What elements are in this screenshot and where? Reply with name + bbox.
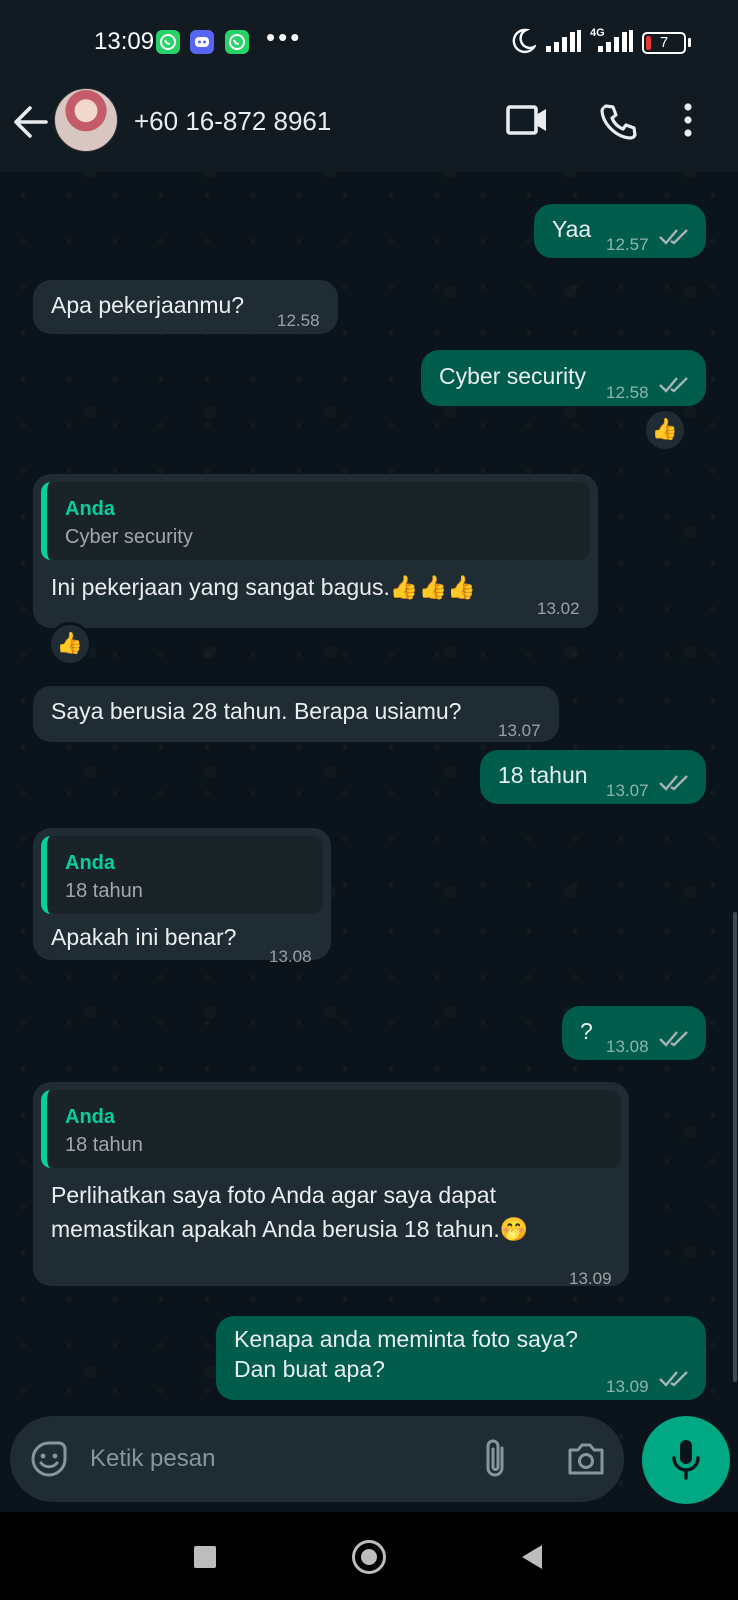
back-button[interactable] bbox=[10, 102, 54, 152]
read-receipt-icon bbox=[659, 1371, 688, 1387]
whatsapp-notification-icon bbox=[156, 30, 180, 54]
read-receipt-icon bbox=[659, 775, 688, 791]
message-time: 13.08 bbox=[606, 1037, 649, 1056]
message-text: Apa pekerjaanmu? bbox=[51, 292, 245, 318]
voice-record-button[interactable] bbox=[642, 1416, 730, 1504]
discord-notification-icon bbox=[190, 30, 214, 54]
signal-strength-icon bbox=[598, 30, 633, 52]
quote-text: Cyber security bbox=[65, 526, 193, 548]
contact-avatar[interactable] bbox=[54, 88, 118, 152]
message-text: Saya berusia 28 tahun. Berapa usiamu? bbox=[51, 698, 462, 724]
message-input[interactable] bbox=[90, 1442, 460, 1476]
message-incoming[interactable]: Anda 18 tahun Perlihatkan saya foto Anda… bbox=[33, 1082, 629, 1288]
scrollbar[interactable] bbox=[733, 912, 737, 1382]
message-text: Kenapa anda meminta foto saya? bbox=[234, 1326, 578, 1352]
message-text: Ini pekerjaan yang sangat bagus.👍👍👍 bbox=[51, 570, 476, 604]
message-time: 12.58 bbox=[277, 311, 320, 330]
message-outgoing[interactable]: Cyber security 12.58 bbox=[421, 350, 706, 406]
quoted-message[interactable]: Anda 18 tahun bbox=[41, 836, 323, 914]
message-composer bbox=[10, 1416, 624, 1502]
message-time: 13.09 bbox=[569, 1269, 612, 1288]
voice-call-button[interactable] bbox=[598, 102, 638, 142]
reaction-emoji: 👍 bbox=[651, 418, 679, 441]
recent-apps-button[interactable] bbox=[194, 1546, 216, 1568]
message-outgoing[interactable]: Yaa 12.57 bbox=[534, 204, 706, 258]
arrow-left-icon bbox=[14, 106, 48, 138]
message-reaction[interactable]: 👍 bbox=[48, 622, 92, 666]
signal-strength-icon bbox=[546, 30, 581, 52]
more-notifications-icon: ••• bbox=[266, 22, 303, 52]
message-emojis: 👍👍👍 bbox=[389, 574, 476, 600]
system-back-button[interactable] bbox=[520, 1544, 544, 1570]
message-text: ? bbox=[580, 1018, 593, 1044]
battery-level: 7 bbox=[659, 34, 669, 51]
read-receipt-icon bbox=[659, 1031, 688, 1047]
emoji-button[interactable] bbox=[30, 1440, 68, 1478]
quote-text: 18 tahun bbox=[65, 880, 143, 902]
message-text: Perlihatkan saya foto Anda agar saya dap… bbox=[51, 1182, 496, 1208]
message-time: 13.02 bbox=[537, 599, 580, 618]
message-text: memastikan apakah Anda berusia 18 tahun.… bbox=[51, 1212, 528, 1246]
status-time: 13:09 bbox=[94, 28, 155, 55]
message-incoming[interactable]: Apa pekerjaanmu? 12.58 bbox=[33, 280, 338, 334]
read-receipt-icon bbox=[659, 377, 688, 393]
message-incoming[interactable]: Anda Cyber security Ini pekerjaan yang s… bbox=[33, 474, 598, 628]
more-options-button[interactable] bbox=[684, 102, 692, 138]
reaction-emoji: 👍 bbox=[56, 632, 84, 655]
whatsapp-notification-icon bbox=[225, 30, 249, 54]
do-not-disturb-moon-icon bbox=[512, 28, 536, 54]
message-time: 13.08 bbox=[269, 947, 312, 966]
message-reaction[interactable]: 👍 bbox=[643, 408, 687, 452]
message-text: 18 tahun bbox=[498, 762, 588, 788]
message-text: Cyber security bbox=[439, 363, 586, 389]
system-nav-bar bbox=[0, 1512, 738, 1600]
microphone-icon bbox=[672, 1440, 700, 1480]
quoted-message[interactable]: Anda 18 tahun bbox=[41, 1090, 621, 1168]
contact-name[interactable]: +60 16-872 8961 bbox=[134, 106, 331, 137]
battery-icon: 7 bbox=[642, 32, 686, 54]
chat-header: +60 16-872 8961 bbox=[0, 84, 738, 172]
attach-button[interactable] bbox=[482, 1438, 510, 1480]
message-time: 13.07 bbox=[606, 781, 649, 800]
message-outgoing[interactable]: Kenapa anda meminta foto saya? Dan buat … bbox=[216, 1316, 706, 1400]
read-receipt-icon bbox=[659, 229, 688, 245]
message-text: Yaa bbox=[552, 216, 592, 242]
message-time: 13.09 bbox=[606, 1377, 649, 1396]
message-emojis: 🤭 bbox=[499, 1216, 529, 1242]
chat-area[interactable]: Yaa 12.57 Apa pekerjaanmu? 12.58 Cyber s… bbox=[0, 172, 738, 1512]
message-text-body: Ini pekerjaan yang sangat bagus. bbox=[51, 574, 390, 600]
message-text-body: memastikan apakah Anda berusia 18 tahun. bbox=[51, 1216, 500, 1242]
quoted-message[interactable]: Anda Cyber security bbox=[41, 482, 590, 560]
message-time: 12.58 bbox=[606, 383, 649, 402]
message-outgoing[interactable]: 18 tahun 13.07 bbox=[480, 750, 706, 804]
quote-text: 18 tahun bbox=[65, 1134, 143, 1156]
camera-button[interactable] bbox=[566, 1442, 606, 1476]
message-time: 13.07 bbox=[498, 721, 541, 740]
home-button[interactable] bbox=[352, 1540, 386, 1574]
message-text: Dan buat apa? bbox=[234, 1356, 385, 1382]
message-outgoing[interactable]: ? 13.08 bbox=[562, 1006, 706, 1060]
message-time: 12.57 bbox=[606, 235, 649, 254]
message-text: Apakah ini benar? bbox=[51, 924, 237, 950]
message-incoming[interactable]: Anda 18 tahun Apakah ini benar? 13.08 bbox=[33, 828, 331, 966]
video-call-button[interactable] bbox=[506, 104, 548, 136]
status-bar: 13:09 ••• 4G 7 bbox=[0, 0, 738, 84]
message-incoming[interactable]: Saya berusia 28 tahun. Berapa usiamu? 13… bbox=[33, 686, 559, 742]
